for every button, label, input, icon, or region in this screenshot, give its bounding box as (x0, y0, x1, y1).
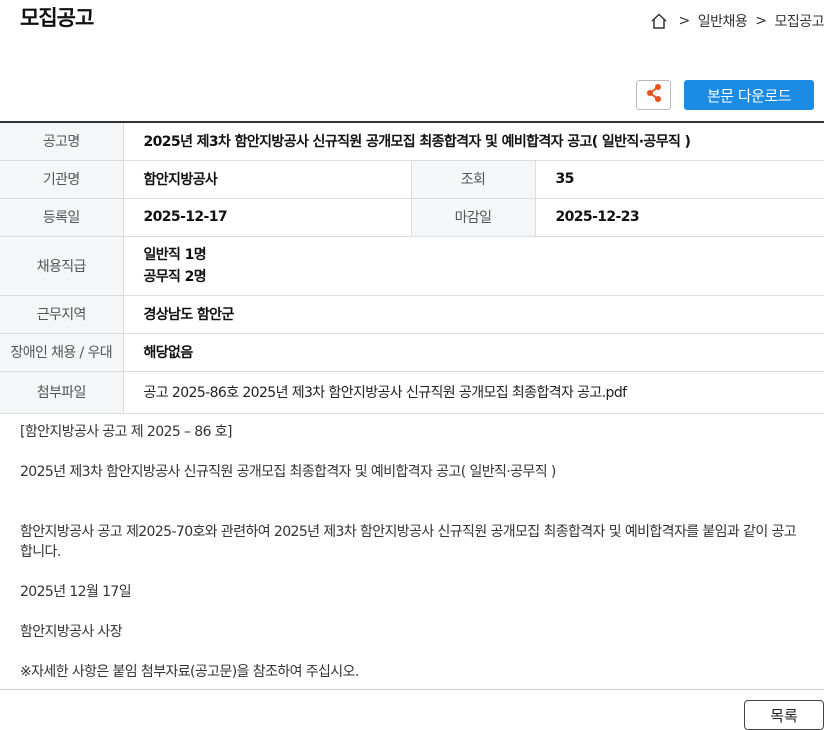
list-button[interactable]: 목록 (744, 700, 824, 730)
notice-info-table: 공고명 2025년 제3차 함안지방공사 신규직원 공개모집 최종합격자 및 예… (0, 121, 824, 414)
positions-value: 일반직 1명 공무직 2명 (123, 236, 824, 296)
table-row: 채용직급 일반직 1명 공무직 2명 (0, 236, 824, 296)
disability-label: 장애인 채용 / 우대 (0, 333, 124, 372)
table-row: 등록일 2025-12-17 마감일 2025-12-23 (0, 198, 824, 237)
page-title: 모집공고 (20, 6, 94, 30)
body-paragraph: 함안지방공사 공고 제2025-70호와 관련하여 2025년 제3차 함안지방… (20, 524, 797, 560)
attachment-label: 첨부파일 (0, 371, 124, 414)
disability-value: 해당없음 (123, 333, 824, 372)
breadcrumb-separator: > (755, 13, 767, 29)
share-icon (645, 83, 663, 107)
breadcrumb-separator: > (678, 13, 690, 29)
body-paragraph: ※자세한 사항은 붙임 첨부자료(공고문)을 참조하여 주십시오. (20, 664, 359, 680)
breadcrumb-item-recruitment-notice[interactable]: 모집공고 (774, 11, 824, 31)
table-row: 장애인 채용 / 우대 해당없음 (0, 333, 824, 372)
divider (0, 689, 824, 690)
org-label: 기관명 (0, 160, 124, 199)
table-row: 근무지역 경상남도 함안군 (0, 295, 824, 334)
table-row: 첨부파일 공고 2025-86호 2025년 제3차 함안지방공사 신규직원 공… (0, 371, 824, 414)
region-label: 근무지역 (0, 295, 124, 334)
body-paragraph: 함안지방공사 사장 (20, 624, 123, 640)
body-paragraph: 2025년 12월 17일 (20, 584, 132, 600)
views-label: 조회 (410, 160, 536, 199)
download-body-button[interactable]: 본문 다운로드 (684, 80, 814, 110)
position-item: 일반직 1명 (143, 246, 207, 263)
position-item: 공무직 2명 (143, 268, 207, 285)
body-paragraph: [함안지방공사 공고 제 2025 – 86 호] (20, 424, 232, 440)
positions-label: 채용직급 (0, 236, 124, 296)
org-value: 함안지방공사 (123, 160, 411, 199)
deadline-label: 마감일 (410, 198, 536, 237)
title-value: 2025년 제3차 함안지방공사 신규직원 공개모집 최종합격자 및 예비합격자… (123, 122, 824, 161)
table-row: 공고명 2025년 제3차 함안지방공사 신규직원 공개모집 최종합격자 및 예… (0, 122, 824, 161)
views-value: 35 (535, 160, 824, 199)
breadcrumb-item-general-recruitment[interactable]: 일반채용 (698, 11, 748, 31)
body-paragraph: 2025년 제3차 함안지방공사 신규직원 공개모집 최종합격자 및 예비합격자… (20, 464, 556, 480)
attachment-link[interactable]: 공고 2025-86호 2025년 제3차 함안지방공사 신규직원 공개모집 최… (123, 371, 824, 414)
table-row: 기관명 함안지방공사 조회 35 (0, 160, 824, 199)
breadcrumb: > 일반채용 > 모집공고 (650, 11, 824, 31)
title-label: 공고명 (0, 122, 124, 161)
home-icon[interactable] (650, 12, 668, 30)
deadline-value: 2025-12-23 (535, 198, 824, 237)
region-value: 경상남도 함안군 (123, 295, 824, 334)
reg-date-value: 2025-12-17 (123, 198, 411, 237)
reg-date-label: 등록일 (0, 198, 124, 237)
notice-body: [함안지방공사 공고 제 2025 – 86 호] 2025년 제3차 함안지방… (20, 422, 800, 702)
share-button[interactable] (636, 80, 671, 110)
